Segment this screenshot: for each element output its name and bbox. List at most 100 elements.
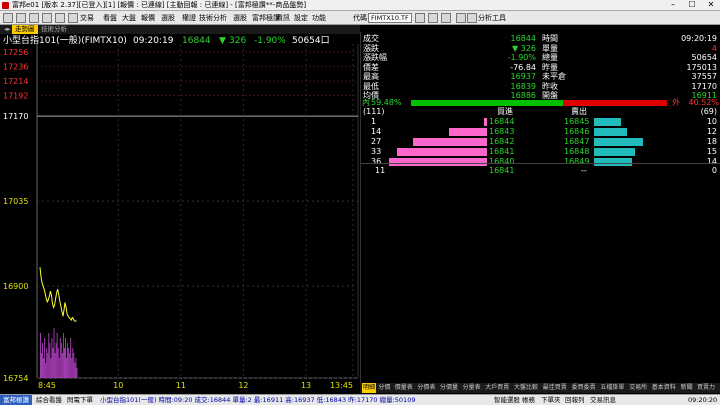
- status-report-bar[interactable]: 回報列: [565, 395, 585, 405]
- search-icon[interactable]: [415, 13, 425, 23]
- detail-tab-13[interactable]: 新聞: [681, 383, 693, 393]
- bid-price[interactable]: 16844: [489, 117, 514, 127]
- volume-bar: [66, 358, 67, 378]
- status-tab-overview[interactable]: 綜合看盤: [36, 395, 62, 405]
- title-bar: 富邦e01 [版本 2.37][已登入][1] [報價 : 已連線] [主動回報…: [0, 0, 720, 11]
- analysis-tool-icon[interactable]: [467, 13, 477, 23]
- ask-qty: 12: [706, 127, 717, 136]
- chart-icon[interactable]: [428, 13, 438, 23]
- menu-info[interactable]: 資訊: [276, 11, 290, 25]
- summary-value: ▼ 326: [512, 43, 536, 53]
- summary-label: 最低: [363, 81, 379, 91]
- summary-value: 50654: [691, 53, 717, 62]
- status-tab-fubon[interactable]: 富邦極讚: [0, 395, 32, 405]
- volume-bar: [45, 363, 47, 378]
- menu-function[interactable]: 功能: [312, 11, 326, 25]
- detail-tab-4[interactable]: 分價量: [440, 383, 458, 393]
- close-icon[interactable]: ✕: [702, 0, 720, 10]
- volume-bar: [54, 353, 56, 378]
- ask-qty: 10: [706, 117, 717, 126]
- detail-tab-9[interactable]: 委買委賣: [572, 383, 596, 393]
- save-icon[interactable]: [68, 13, 78, 23]
- summary-value: 16844: [510, 34, 536, 43]
- analysis-tool-menu[interactable]: 分析工具: [478, 11, 506, 25]
- volume-bar: [72, 348, 74, 378]
- detail-tab-6[interactable]: 大戶買賣: [485, 383, 509, 393]
- ask-qty: 15: [706, 147, 717, 156]
- status-clock: 09:20:20: [688, 396, 718, 404]
- bid-price[interactable]: 16842: [489, 137, 514, 147]
- summary-value: 4: [711, 43, 717, 53]
- menu-market[interactable]: 大盤: [122, 11, 136, 25]
- volume-bar: [57, 348, 59, 378]
- y-tick-label: 16754: [3, 374, 28, 383]
- layout-icon[interactable]: [42, 13, 52, 23]
- window-icon[interactable]: [29, 13, 39, 23]
- detail-tab-11[interactable]: 交易所: [629, 383, 647, 393]
- y-tick-label-top: 17214: [3, 77, 28, 86]
- volume-bar: [55, 343, 57, 378]
- volume-bar: [59, 338, 61, 378]
- status-account[interactable]: 帳務: [522, 395, 535, 405]
- inner-ratio-bar: [411, 100, 563, 106]
- bid-price[interactable]: 16841: [489, 147, 514, 157]
- detail-tab-2[interactable]: 價量表: [395, 383, 413, 393]
- ask-price[interactable]: 16848: [564, 147, 589, 157]
- menu-watch[interactable]: 看盤: [103, 11, 117, 25]
- y-tick-label-top: 17256: [3, 48, 28, 57]
- ask-price[interactable]: 16845: [564, 117, 589, 127]
- quote-code-input[interactable]: [368, 13, 412, 23]
- detail-tab-5[interactable]: 分量表: [463, 383, 481, 393]
- intraday-chart[interactable]: 17256 17236 17214 17192 17170 17035 16900 16754…: [0, 44, 360, 390]
- summary-label: 價差: [363, 62, 379, 72]
- volume-bar: [43, 358, 45, 378]
- menu-settings[interactable]: 設定: [294, 11, 308, 25]
- summary-value: -1.90%: [507, 53, 536, 62]
- refresh-icon[interactable]: [16, 13, 26, 23]
- ask-qty: 18: [706, 137, 717, 146]
- detail-tab-12[interactable]: 基本資料: [652, 383, 676, 393]
- bid-price[interactable]: 16843: [489, 127, 514, 137]
- detail-tab-14[interactable]: 買賣力: [697, 383, 715, 393]
- status-order-folder[interactable]: 下單夾: [541, 395, 561, 405]
- maximize-icon[interactable]: ☐: [683, 0, 701, 10]
- ask-price[interactable]: 16846: [564, 127, 589, 137]
- status-trade-message[interactable]: 交易訊息: [590, 395, 616, 405]
- summary-label: 昨量: [542, 62, 558, 72]
- status-ticker: 小型台指101(一般) 時間:09:20 成交:16844 單量:2 最:169…: [100, 396, 416, 404]
- print-icon[interactable]: [55, 13, 65, 23]
- detail-tab-1[interactable]: 分價: [378, 383, 390, 393]
- status-smart-screener[interactable]: 智能選股: [494, 395, 520, 405]
- menu-screen[interactable]: 選股: [161, 11, 175, 25]
- menu-quote[interactable]: 報價: [141, 11, 155, 25]
- detail-tab-8[interactable]: 最佳買賣: [543, 383, 567, 393]
- menu-select[interactable]: 選股: [233, 11, 247, 25]
- bid-qty: 27: [371, 137, 382, 146]
- detail-tab-row: 明細 分價 價量表 分價表 分價量 分量表 大戶買賣 大盤比較 最佳買賣 委買委賣 五檔掛單 交易所基…: [360, 383, 720, 393]
- volume-bar: [65, 338, 66, 378]
- detail-tab-10[interactable]: 五檔掛單: [600, 383, 624, 393]
- last-trade-right: 0: [711, 166, 717, 175]
- detail-tab-3[interactable]: 分價表: [417, 383, 435, 393]
- menu-technical[interactable]: 技術分析: [199, 11, 227, 25]
- tab-trend-chart[interactable]: 走勢圖: [12, 25, 38, 34]
- tab-technical-analysis[interactable]: 技術分析: [38, 25, 70, 34]
- detail-tab-7[interactable]: 大盤比較: [514, 383, 538, 393]
- last-trade-price: 16841: [489, 166, 515, 175]
- orderbook-divider: [361, 163, 720, 164]
- cursor-icon[interactable]: [456, 13, 466, 23]
- bid-qty-bar: [413, 138, 487, 146]
- ask-price[interactable]: 16847: [564, 137, 589, 147]
- volume-bar: [48, 333, 50, 378]
- home-icon[interactable]: [3, 13, 13, 23]
- summary-label: 昨收: [542, 81, 558, 91]
- status-tab-flash-order[interactable]: 閃電下單: [67, 395, 93, 405]
- menu-trade[interactable]: 交易: [80, 11, 94, 25]
- detail-tab-0[interactable]: 明細: [362, 383, 377, 393]
- menu-warrant[interactable]: 權證: [182, 11, 196, 25]
- minimize-icon[interactable]: –: [664, 0, 682, 10]
- list-icon[interactable]: [441, 13, 451, 23]
- x-tick-label: 12: [238, 381, 248, 390]
- bid-qty-bar: [389, 158, 487, 166]
- volume-bar: [51, 338, 53, 378]
